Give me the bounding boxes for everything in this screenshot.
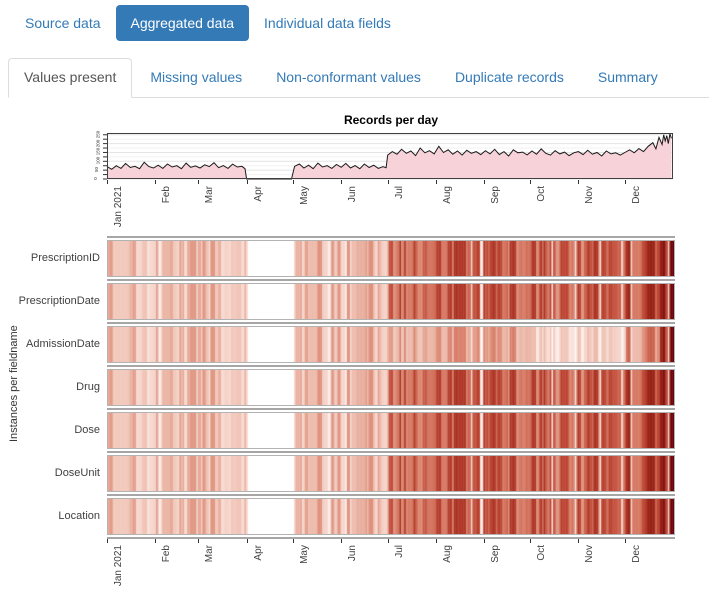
heatmap-row-label-admissiondate: AdmissionDate xyxy=(0,338,100,350)
records-chart-x-tick xyxy=(388,180,389,184)
records-chart-x-tick-label: Aug xyxy=(442,186,453,204)
records-chart-x-tick-label: Feb xyxy=(161,186,172,203)
records-chart-y-tick-label: 200 xyxy=(95,139,100,147)
heatmap-x-tick-label: Nov xyxy=(584,545,595,563)
tab-non-conformant-values[interactable]: Non-conformant values xyxy=(260,58,437,98)
heatmap-x-tick xyxy=(155,539,156,543)
records-chart-y-tick-label: 50 xyxy=(94,167,99,172)
heatmap-strip-doseunit xyxy=(107,455,675,492)
heatmap-x-tick xyxy=(198,539,199,543)
records-chart-x-tick-label: Apr xyxy=(253,186,264,202)
heatmap-x-tick xyxy=(484,539,485,543)
records-chart-x-tick xyxy=(625,180,626,184)
heatmap-row-label-prescriptiondate: PrescriptionDate xyxy=(0,295,100,307)
heatmap-row-label-doseunit: DoseUnit xyxy=(0,467,100,479)
heatmap-strip-canvas xyxy=(108,284,674,319)
heatmap-strip-admissiondate xyxy=(107,326,675,363)
records-chart-x-tick xyxy=(107,180,108,184)
heatmap-x-tick-label: May xyxy=(299,545,310,564)
heatmap-row-label-location: Location xyxy=(0,510,100,522)
heatmap-x-tick-label: Mar xyxy=(204,545,215,562)
records-chart-y-tick-label: 250 xyxy=(95,131,100,139)
records-chart-x-tick xyxy=(198,180,199,184)
nav-pill-aggregated-data[interactable]: Aggregated data xyxy=(116,5,250,41)
records-chart-x-tick-label: Jan 2021 xyxy=(113,186,124,227)
records-chart-x-tick-label: Sep xyxy=(490,186,501,204)
heatmap-strip-prescriptiondate xyxy=(107,283,675,320)
report-page: Source dataAggregated dataIndividual dat… xyxy=(0,0,717,609)
records-chart-y-tick-label: 0 xyxy=(93,177,98,180)
heatmap-strip-canvas xyxy=(108,499,674,534)
tab-duplicate-records[interactable]: Duplicate records xyxy=(439,58,580,98)
records-chart-x-tick-label: Oct xyxy=(536,186,547,202)
records-chart-x-tick xyxy=(155,180,156,184)
heatmap-x-tick xyxy=(341,539,342,543)
heatmap-x-tick xyxy=(107,539,108,543)
heatmap-strip-drug xyxy=(107,369,675,406)
records-chart-x-tick-label: May xyxy=(299,186,310,205)
heatmap-x-tick xyxy=(436,539,437,543)
heatmap-x-tick xyxy=(530,539,531,543)
heatmap-x-tick xyxy=(625,539,626,543)
heatmap-x-tick-label: Sep xyxy=(490,545,501,563)
heatmap-row-separator xyxy=(107,279,675,281)
heatmap-strip-canvas xyxy=(108,456,674,491)
records-chart-x-tick-label: Jun xyxy=(347,186,358,202)
heatmap-row-separator xyxy=(107,365,675,367)
heatmap-x-tick-label: Dec xyxy=(631,545,642,563)
heatmap-row-separator xyxy=(107,494,675,496)
heatmap-row-label-prescriptionid: PrescriptionID xyxy=(0,252,100,264)
heatmap-row-separator xyxy=(107,236,675,238)
heatmap-x-tick xyxy=(293,539,294,543)
records-chart-x-tick xyxy=(341,180,342,184)
heatmap-strip-canvas xyxy=(108,241,674,276)
records-chart-y-tick-label: 100 xyxy=(95,157,100,165)
heatmap-x-tick-label: Jun xyxy=(347,545,358,561)
heatmap-row-separator xyxy=(107,408,675,410)
records-per-day-chart xyxy=(107,133,675,179)
top-nav-pills: Source dataAggregated dataIndividual dat… xyxy=(10,5,406,41)
heatmap-row-label-drug: Drug xyxy=(0,381,100,393)
heatmap-x-tick-label: Oct xyxy=(536,545,547,561)
records-chart-y-tick-label: 150 xyxy=(95,148,100,156)
tab-missing-values[interactable]: Missing values xyxy=(134,58,258,98)
heatmap-strip-location xyxy=(107,498,675,535)
records-chart-x-tick-label: Jul xyxy=(394,186,405,199)
tab-summary[interactable]: Summary xyxy=(582,58,674,98)
heatmap-x-tick-label: Jan 2021 xyxy=(113,545,124,586)
aggregated-data-tabs: Values presentMissing valuesNon-conforma… xyxy=(8,57,709,98)
heatmap-row-label-dose: Dose xyxy=(0,424,100,436)
nav-pill-individual-data-fields[interactable]: Individual data fields xyxy=(249,5,406,41)
records-chart-x-tick xyxy=(578,180,579,184)
heatmap-strip-dose xyxy=(107,412,675,449)
heatmap-x-tick-label: Apr xyxy=(253,545,264,561)
records-chart-x-tick-label: Dec xyxy=(631,186,642,204)
records-chart-x-tick-label: Nov xyxy=(584,186,595,204)
heatmap-x-tick xyxy=(247,539,248,543)
heatmap-strip-prescriptionid xyxy=(107,240,675,277)
heatmap-strip-canvas xyxy=(108,413,674,448)
records-chart-x-tick xyxy=(247,180,248,184)
heatmap-x-tick-label: Aug xyxy=(442,545,453,563)
records-chart-x-tick xyxy=(293,180,294,184)
heatmap-row-separator xyxy=(107,322,675,324)
heatmap-x-axis-line xyxy=(107,537,675,539)
tab-values-present[interactable]: Values present xyxy=(8,58,132,98)
nav-pill-source-data[interactable]: Source data xyxy=(10,5,116,41)
heatmap-x-tick xyxy=(578,539,579,543)
heatmap-strip-canvas xyxy=(108,327,674,362)
records-chart-x-tick xyxy=(484,180,485,184)
heatmap-x-tick-label: Feb xyxy=(161,545,172,562)
heatmap-strip-canvas xyxy=(108,370,674,405)
records-chart-x-tick-label: Mar xyxy=(204,186,215,203)
records-chart-x-tick xyxy=(436,180,437,184)
heatmap-x-tick xyxy=(388,539,389,543)
heatmap-x-tick-label: Jul xyxy=(394,545,405,558)
records-per-day-title: Records per day xyxy=(107,113,675,127)
heatmap-row-separator xyxy=(107,451,675,453)
records-chart-x-tick xyxy=(530,180,531,184)
